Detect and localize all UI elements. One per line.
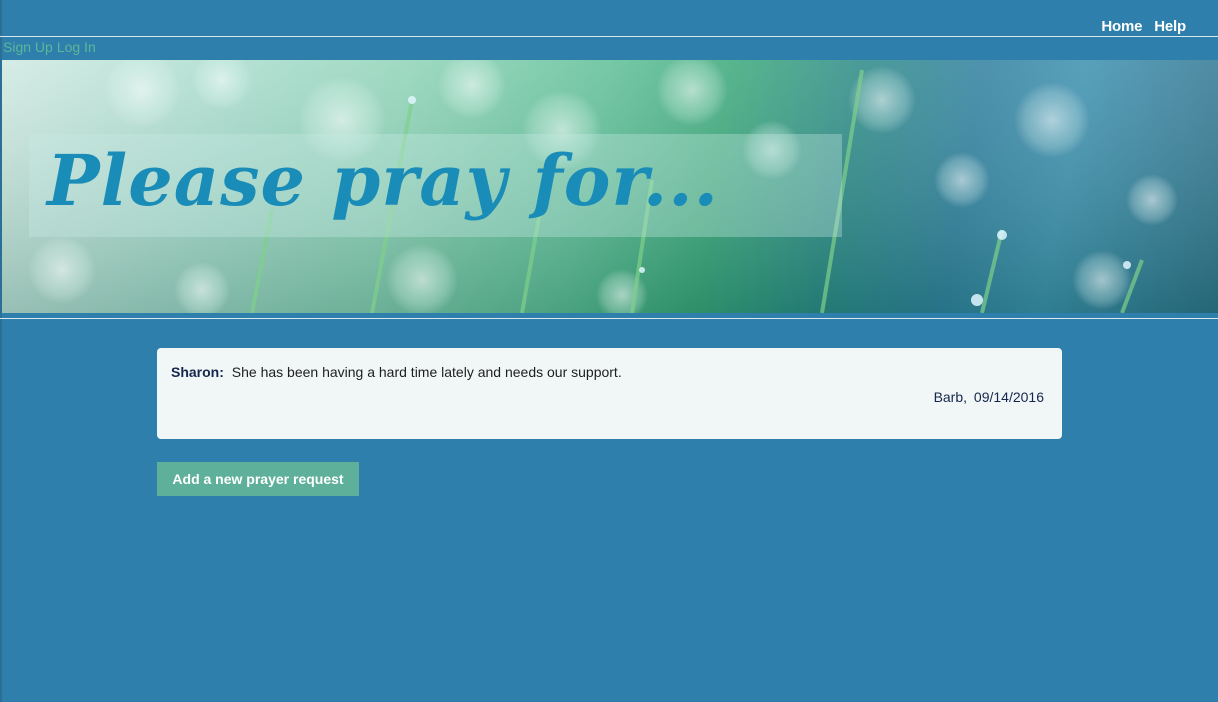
hero-banner: Please pray for...	[2, 60, 1218, 313]
login-link[interactable]: Log In	[57, 39, 96, 55]
top-nav: Home Help	[1101, 18, 1186, 35]
page: Home Help Sign Up Log In Please pray for…	[0, 0, 1218, 702]
nav-home-link[interactable]: Home	[1101, 18, 1142, 35]
banner-divider	[0, 318, 1218, 319]
prayer-request-line: Sharon: She has been having a hard time …	[171, 364, 622, 380]
nav-help-link[interactable]: Help	[1154, 18, 1186, 35]
prayer-request-card: Sharon: She has been having a hard time …	[157, 348, 1062, 439]
add-prayer-request-button[interactable]: Add a new prayer request	[157, 462, 359, 496]
request-date: 09/14/2016	[973, 389, 1044, 405]
signup-link[interactable]: Sign Up	[3, 39, 53, 55]
page-title: Please pray for...	[47, 139, 720, 222]
header-divider	[0, 36, 1218, 37]
auth-links: Sign Up Log In	[3, 39, 96, 55]
request-meta: Barb, 09/14/2016	[934, 389, 1044, 405]
request-text: She has been having a hard time lately a…	[231, 364, 622, 380]
request-author: Barb,	[933, 389, 968, 405]
request-person-name: Sharon:	[171, 364, 224, 380]
